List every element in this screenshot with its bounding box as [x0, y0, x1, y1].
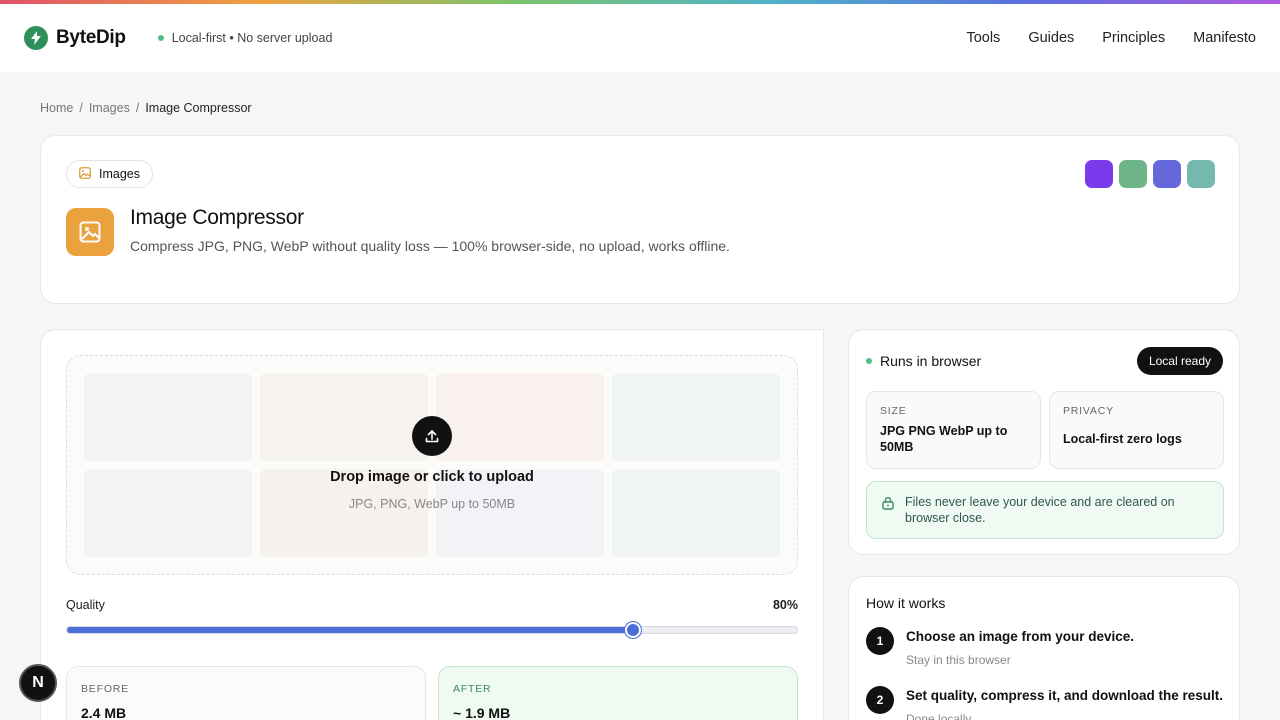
- step-item: 2 Set quality, compress it, and download…: [866, 686, 1223, 720]
- theme-swatches: [1085, 160, 1215, 188]
- upload-icon[interactable]: [412, 416, 452, 456]
- breadcrumb-home[interactable]: Home: [40, 101, 73, 115]
- privacy-label: PRIVACY: [1063, 405, 1114, 417]
- swatch-indigo[interactable]: [1153, 160, 1181, 188]
- bolt-icon: [24, 26, 48, 50]
- status-dot: [866, 358, 872, 364]
- runtime-info-card: Runs in browser Local ready SIZE JPG PNG…: [848, 329, 1240, 555]
- after-size-box: AFTER ~ 1.9 MB: [438, 666, 798, 720]
- privacy-info-box: PRIVACY Local-first zero logs: [1049, 391, 1224, 469]
- category-chip-label: Images: [99, 167, 140, 181]
- swatch-purple[interactable]: [1085, 160, 1113, 188]
- step-title: Choose an image from your device.: [906, 629, 1135, 644]
- size-label: SIZE: [880, 405, 907, 417]
- dropzone-subtitle: JPG, PNG, WebP up to 50MB: [348, 497, 516, 511]
- placeholder-tile: [436, 373, 604, 461]
- nav-guides[interactable]: Guides: [1028, 30, 1074, 46]
- step-subtitle: Done locally: [906, 712, 972, 720]
- step-number: 1: [866, 627, 894, 655]
- image-icon: [79, 166, 91, 182]
- placeholder-tile: [84, 373, 252, 461]
- step-item: 1 Choose an image from your device. Stay…: [866, 627, 1134, 667]
- after-value: ~ 1.9 MB: [453, 705, 511, 720]
- swatch-teal[interactable]: [1187, 160, 1215, 188]
- privacy-value: Local-first zero logs: [1063, 432, 1182, 446]
- runs-in-browser: Runs in browser: [866, 353, 981, 369]
- size-value: JPG PNG WebP up to 50MB: [880, 424, 1008, 454]
- page-title: Image Compressor: [130, 206, 304, 229]
- site-header: ByteDip Local-first • No server upload T…: [0, 4, 1280, 72]
- placeholder-tile: [260, 373, 428, 461]
- nav-tools[interactable]: Tools: [966, 30, 1000, 46]
- brand-logo[interactable]: ByteDip: [24, 26, 126, 50]
- compressor-panel: Drop image or click to upload JPG, PNG, …: [40, 329, 824, 720]
- breadcrumb-separator: /: [135, 101, 140, 115]
- status-text: Local-first • No server upload: [171, 31, 333, 45]
- step-title: Set quality, compress it, and download t…: [906, 688, 1224, 703]
- breadcrumb-images[interactable]: Images: [89, 101, 130, 115]
- dev-tools-badge[interactable]: N: [19, 664, 57, 702]
- category-chip[interactable]: Images: [66, 160, 153, 188]
- main-nav: Tools Guides Principles Manifesto: [966, 30, 1256, 46]
- size-info-box: SIZE JPG PNG WebP up to 50MB: [866, 391, 1041, 469]
- quality-slider[interactable]: [66, 622, 798, 638]
- privacy-note: Files never leave your device and are cl…: [866, 481, 1224, 539]
- quality-value: 80%: [772, 598, 798, 612]
- before-value: 2.4 MB: [81, 705, 127, 720]
- how-it-works-title: How it works: [866, 595, 946, 611]
- swatch-green[interactable]: [1119, 160, 1147, 188]
- placeholder-tile: [612, 373, 780, 461]
- breadcrumb-current: Image Compressor: [145, 101, 252, 115]
- breadcrumb: Home / Images / Image Compressor: [40, 101, 252, 115]
- after-label: AFTER: [453, 683, 492, 695]
- brand-name: ByteDip: [56, 27, 126, 48]
- breadcrumb-separator: /: [79, 101, 83, 115]
- tool-hero-card: Images Image Compressor Compress JPG, PN…: [40, 135, 1240, 304]
- privacy-note-text: Files never leave your device and are cl…: [905, 495, 1175, 525]
- step-number: 2: [866, 686, 894, 714]
- runs-label: Runs in browser: [880, 353, 982, 369]
- how-it-works-card: How it works 1 Choose an image from your…: [848, 576, 1240, 720]
- quality-label: Quality: [66, 598, 105, 612]
- step-subtitle: Stay in this browser: [906, 653, 1011, 667]
- upload-dropzone[interactable]: Drop image or click to upload JPG, PNG, …: [66, 355, 798, 575]
- page-subtitle: Compress JPG, PNG, WebP without quality …: [130, 238, 730, 254]
- nav-principles[interactable]: Principles: [1102, 30, 1165, 46]
- local-first-status: Local-first • No server upload: [157, 31, 333, 45]
- image-icon: [66, 208, 114, 256]
- dropzone-title: Drop image or click to upload: [330, 469, 534, 485]
- lock-icon: [881, 496, 895, 514]
- before-label: BEFORE: [81, 683, 129, 695]
- quality-slider-thumb[interactable]: [624, 622, 641, 638]
- local-ready-badge: Local ready: [1136, 347, 1223, 375]
- quality-slider-fill: [67, 627, 633, 633]
- status-dot: [157, 35, 164, 41]
- nav-manifesto[interactable]: Manifesto: [1193, 30, 1256, 46]
- before-size-box: BEFORE 2.4 MB: [66, 666, 426, 720]
